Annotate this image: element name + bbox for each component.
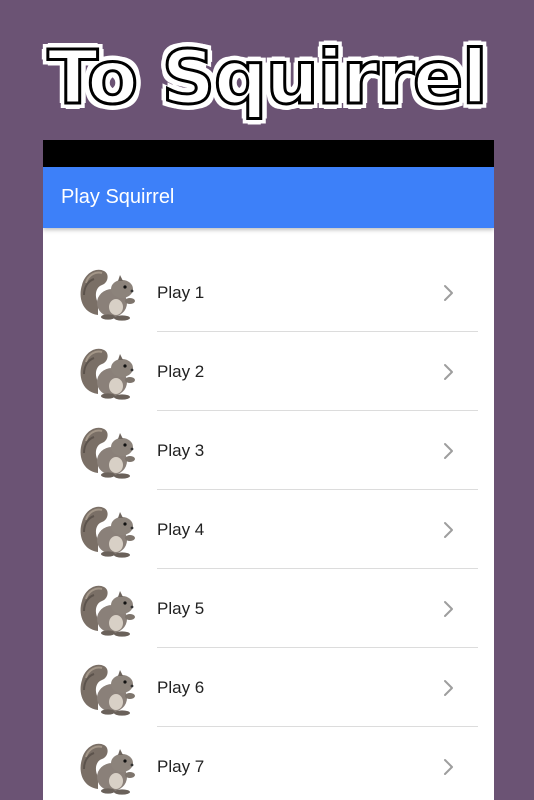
- chevron-right-icon: [444, 284, 453, 301]
- squirrel-icon: [80, 743, 135, 795]
- phone-screen: Play Squirrel Play 1 Play 2 Play 3 Play …: [43, 140, 494, 800]
- play-list: Play 1 Play 2 Play 3 Play 4 Play 5 Play …: [43, 228, 494, 800]
- app-title: Play Squirrel: [61, 186, 175, 208]
- list-item-label: Play 2: [157, 361, 205, 381]
- squirrel-icon: [80, 664, 135, 716]
- status-bar: [43, 140, 494, 167]
- chevron-right-icon: [444, 600, 453, 617]
- list-item-play-4[interactable]: Play 4: [43, 490, 494, 569]
- squirrel-icon: [80, 506, 135, 558]
- list-item-label: Play 6: [157, 677, 205, 697]
- app-bar: Play Squirrel: [43, 167, 494, 228]
- chevron-right-icon: [444, 442, 453, 459]
- squirrel-icon: [80, 427, 135, 479]
- list-item-label: Play 5: [157, 598, 205, 618]
- list-item-label: Play 3: [157, 440, 205, 460]
- list-item-play-3[interactable]: Play 3: [43, 411, 494, 490]
- list-item-label: Play 1: [157, 282, 205, 302]
- squirrel-icon: [80, 585, 135, 637]
- list-item-play-6[interactable]: Play 6: [43, 648, 494, 727]
- list-item-label: Play 4: [157, 519, 205, 539]
- list-item-play-5[interactable]: Play 5: [43, 569, 494, 648]
- promo-title: To Squirrel: [46, 34, 489, 123]
- squirrel-icon: [80, 348, 135, 400]
- list-item-play-1[interactable]: Play 1: [43, 253, 494, 332]
- squirrel-icon: [80, 269, 135, 321]
- list-item-label: Play 7: [157, 756, 205, 776]
- chevron-right-icon: [444, 363, 453, 380]
- list-item-play-2[interactable]: Play 2: [43, 332, 494, 411]
- chevron-right-icon: [444, 758, 453, 775]
- chevron-right-icon: [444, 679, 453, 696]
- chevron-right-icon: [444, 521, 453, 538]
- list-item-play-7[interactable]: Play 7: [43, 727, 494, 800]
